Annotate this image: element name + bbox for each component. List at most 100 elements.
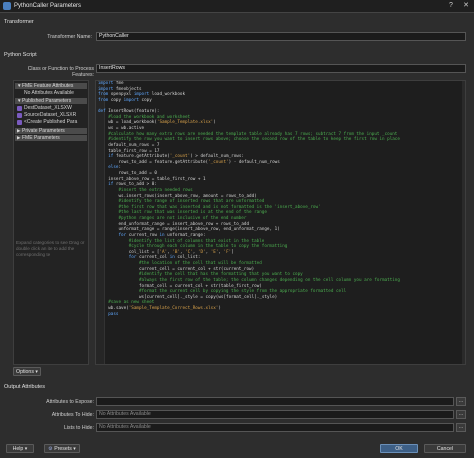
cancel-button[interactable]: Cancel — [424, 444, 466, 453]
options-button[interactable]: Options ▾ — [13, 367, 41, 376]
param-label: <Create Published Para — [24, 119, 78, 125]
hide-value: No Attributes Available — [99, 411, 151, 417]
options-label: Options — [16, 369, 34, 375]
parameter-tree: ▼ FME Feature Attributes No Attributes Av… — [13, 80, 89, 365]
code-comment: #insert the extra needed rows — [98, 187, 193, 193]
code-string: 'D' — [197, 249, 206, 255]
code-comment: #the first row that was inserted and is … — [98, 204, 321, 210]
code-comment: #python ranges are not inclusive of the … — [98, 216, 247, 221]
code-string: '_count' — [208, 159, 229, 165]
code-keyword: in — [169, 255, 175, 261]
code-keyword: for — [118, 232, 127, 238]
group-label: FME Feature Attributes — [22, 83, 74, 89]
param-label: DestDataset_XLSXW — [24, 105, 72, 111]
param-item[interactable]: <Create Published Para — [16, 119, 88, 126]
transformer-name-label: Transformer Name: — [47, 34, 92, 40]
expand-arrow-icon: ▶ — [17, 135, 21, 140]
code-comment: #load the workbook and worksheet — [98, 114, 191, 120]
hide-browse-button[interactable]: … — [456, 410, 466, 419]
code-comment: #the location of the cell that will be f… — [98, 261, 262, 266]
transformer-section-title: Transformer — [4, 19, 34, 25]
group-fme-parameters[interactable]: ▶ FME Parameters — [15, 135, 87, 141]
title-bar: PythonCaller Parameters ? ✕ — [0, 0, 474, 13]
code-comment: #save as new sheet — [98, 300, 155, 306]
output-attributes-section-title: Output Attributes — [4, 384, 45, 390]
group-fme-feature-attributes[interactable]: ▼ FME Feature Attributes — [15, 83, 87, 89]
code-string: 'A' — [159, 249, 168, 255]
python-script-section-title: Python Script — [4, 52, 37, 58]
group-published-parameters[interactable]: ▼ Published Parameters — [15, 98, 87, 104]
lists-to-hide-label: Lists to Hide: — [64, 425, 94, 431]
presets-icon: ⚙ — [48, 446, 53, 452]
expand-arrow-icon: ▶ — [17, 128, 21, 133]
param-item[interactable]: SourceDataset_XLSXR — [16, 112, 88, 119]
parameter-icon — [17, 113, 22, 118]
code-keyword: import — [133, 92, 150, 98]
ok-button[interactable]: OK — [380, 444, 418, 453]
lists-browse-button[interactable]: … — [456, 423, 466, 432]
code-comment: #always the first row of the table; the … — [98, 277, 400, 283]
param-item[interactable]: DestDataset_XLSXW — [16, 105, 88, 112]
code-keyword: from — [98, 97, 109, 103]
code-keyword: import — [123, 97, 139, 103]
presets-button[interactable]: ⚙ Presets ▾ — [44, 444, 80, 453]
transformer-name-input[interactable]: PythonCaller — [96, 32, 466, 41]
code-keyword: def — [98, 109, 106, 115]
group-private-parameters[interactable]: ▶ Private Parameters — [15, 128, 87, 134]
lists-value: No Attributes Available — [99, 424, 151, 430]
tree-help-text: Expand categories to see Drag or double … — [16, 240, 85, 257]
code-keyword: if — [108, 154, 114, 160]
close-icon[interactable]: ✕ — [459, 1, 473, 11]
code-comment: #identify the list of columns that exist… — [98, 238, 265, 244]
code-keyword: if — [108, 182, 114, 188]
code-keyword: pass — [108, 311, 119, 317]
app-icon — [3, 2, 11, 10]
code-keyword: from — [98, 92, 109, 98]
code-string: 'F' — [223, 249, 232, 255]
code-comment: #identify the row you want to insert row… — [98, 137, 400, 143]
code-comment: #calculate how many extra rows are neede… — [98, 131, 398, 137]
presets-label: Presets — [54, 446, 72, 452]
help-button[interactable]: Help ▾ — [6, 444, 34, 453]
group-label: Published Parameters — [22, 98, 72, 104]
transformer-name-value: PythonCaller — [99, 33, 129, 39]
group-label: Private Parameters — [22, 128, 65, 134]
code-keyword: import — [98, 86, 114, 92]
code-editor[interactable]: import fme import fmeobjects from openpyxl… — [95, 80, 466, 365]
class-function-value: InsertRows — [99, 65, 125, 71]
code-comment: #format the current cell by copying the … — [98, 289, 347, 295]
parameter-icon — [17, 106, 22, 111]
collapse-arrow-icon: ▼ — [17, 83, 22, 88]
code-comment: #identify the range of inserted rows tha… — [98, 199, 265, 205]
code-text[interactable]: import fme import fmeobjects from openpyxl… — [98, 81, 458, 317]
lists-to-hide-input[interactable]: No Attributes Available — [96, 423, 454, 432]
help-question-icon[interactable]: ? — [444, 1, 458, 11]
no-attributes-item: No Attributes Available — [24, 90, 74, 96]
window-title: PythonCaller Parameters — [14, 3, 82, 9]
attributes-to-hide-label: Attributes To Hide: — [51, 412, 94, 418]
code-comment: #the last row that was inserted is at th… — [98, 210, 267, 216]
code-line: pass — [98, 312, 458, 318]
group-label: FME Parameters — [22, 135, 60, 141]
code-keyword: in — [159, 232, 165, 238]
vertical-scrollbar[interactable] — [462, 81, 465, 364]
expose-browse-button[interactable]: … — [456, 397, 466, 406]
code-string: 'E' — [210, 249, 219, 255]
code-keyword: else — [108, 165, 119, 171]
code-string: 'B' — [172, 249, 180, 255]
attributes-to-expose-label: Attributes to Expose: — [46, 399, 94, 405]
code-comment: #identify the cell that has the formatti… — [98, 272, 303, 278]
code-string: 'Sample_Template_Correct_Rows.xlsx' — [128, 306, 219, 311]
parameter-icon — [17, 120, 22, 125]
code-comment: #cycle through each column in the table … — [98, 244, 288, 250]
class-function-input[interactable]: InsertRows — [96, 64, 466, 73]
code-keyword: import — [98, 81, 114, 86]
help-label: Help — [12, 446, 24, 452]
param-label: SourceDataset_XLSXR — [24, 112, 77, 118]
collapse-arrow-icon: ▼ — [17, 98, 22, 103]
attributes-to-hide-input[interactable]: No Attributes Available — [96, 410, 454, 419]
attributes-to-expose-input[interactable] — [96, 397, 454, 406]
code-string: 'C' — [185, 249, 193, 255]
code-keyword: for — [128, 255, 137, 261]
code-string: 'Sample_Template.xlsx' — [156, 120, 214, 126]
